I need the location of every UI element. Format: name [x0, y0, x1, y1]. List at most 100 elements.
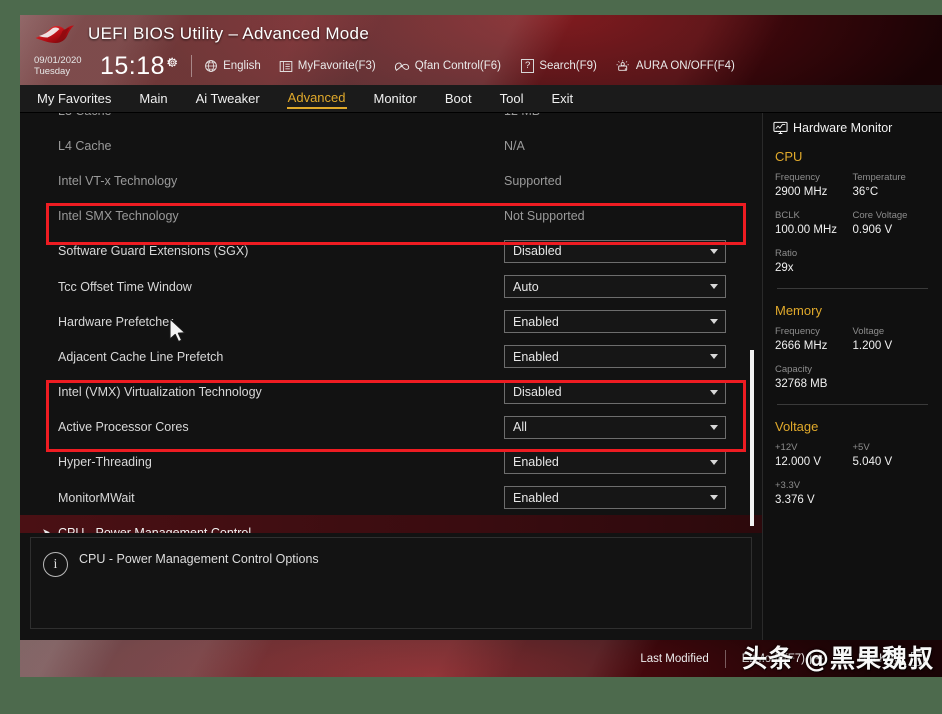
tab-exit[interactable]: Exit — [550, 89, 574, 108]
hm-entry-key: +3.3V — [775, 480, 801, 491]
rog-logo-icon — [35, 25, 74, 43]
tab-ai-tweaker[interactable]: Ai Tweaker — [195, 89, 261, 108]
setting-row[interactable]: Hardware Prefetcher Enabled — [20, 304, 762, 339]
chevron-down-icon — [710, 248, 718, 254]
tab-my-favorites[interactable]: My Favorites — [36, 89, 112, 108]
hm-entry-value: 100.00 MHz — [775, 224, 838, 236]
setting-row[interactable]: MonitorMWait Enabled — [20, 480, 762, 515]
setting-row[interactable]: Hyper-Threading Enabled — [20, 445, 762, 480]
hm-entry: Temperature 36°C — [853, 172, 931, 198]
setting-row[interactable]: Intel (VMX) Virtualization Technology Dis… — [20, 375, 762, 410]
setting-dropdown[interactable]: All — [504, 415, 726, 439]
setting-dropdown-value: Disabled — [513, 385, 562, 400]
setting-row[interactable]: Active Processor Cores All — [20, 410, 762, 445]
hm-grid: Frequency 2900 MHz Temperature 36°C BCLK 100.… — [775, 172, 930, 286]
hm-entry: Frequency 2900 MHz — [775, 172, 853, 198]
setting-row[interactable]: Software Guard Extensions (SGX) Disabled — [20, 234, 762, 269]
setting-row[interactable]: ➤ CPU - Power Management Control — [20, 515, 762, 533]
setting-label: Intel (VMX) Virtualization Technology — [58, 385, 262, 400]
hm-entry-key: +12V — [775, 442, 798, 453]
page-title: UEFI BIOS Utility – Advanced Mode — [88, 24, 370, 43]
hardware-monitor-title: Hardware Monitor — [763, 113, 942, 135]
hm-divider-wrap — [763, 404, 942, 405]
hm-entry: BCLK 100.00 MHz — [775, 210, 853, 236]
setting-dropdown[interactable]: Disabled — [504, 239, 726, 263]
setting-dropdown[interactable]: Auto — [504, 275, 726, 299]
tab-monitor[interactable]: Monitor — [373, 89, 418, 108]
info-icon: i — [43, 552, 68, 577]
settings-pane: L3 Cache12 MB L4 Cache N/A Intel VT-x Techn… — [20, 113, 762, 640]
setting-dropdown[interactable]: Enabled — [504, 450, 726, 474]
setting-label: Hardware Prefetcher — [58, 314, 174, 329]
tab-main[interactable]: Main — [138, 89, 168, 108]
hm-divider — [777, 404, 928, 405]
aura-button[interactable]: AURA ON/OFF(F4) — [615, 59, 735, 73]
chevron-down-icon — [710, 424, 718, 430]
setting-label: Software Guard Extensions (SGX) — [58, 244, 249, 259]
setting-row: Intel VT-x Technology Supported — [20, 163, 762, 198]
setting-readonly-value: N/A — [504, 138, 525, 153]
aura-icon — [616, 60, 629, 71]
hm-entry-key: BCLK — [775, 210, 800, 221]
search-button[interactable]: ? Search(F9) — [519, 59, 597, 73]
last-modified-button[interactable]: Last Modified — [640, 653, 708, 665]
setting-label: Intel SMX Technology — [58, 209, 179, 224]
monitor-icon — [773, 121, 788, 134]
date-text: 09/01/2020 — [34, 55, 82, 66]
hardware-monitor-pane: Hardware Monitor CPU Frequency 2900 MHz Tem… — [762, 113, 942, 640]
chevron-down-icon — [710, 284, 718, 290]
tab-boot[interactable]: Boot — [444, 89, 473, 108]
gear-icon[interactable] — [166, 56, 179, 69]
hm-entry-key: Ratio — [775, 248, 798, 259]
setting-label: Intel VT-x Technology — [58, 173, 178, 188]
screenshot-root: UEFI BIOS Utility – Advanced Mode 09/01/… — [0, 0, 942, 714]
weekday-text: Tuesday — [34, 66, 71, 77]
hm-entry: Voltage 1.200 V — [853, 326, 931, 352]
setting-label: Tcc Offset Time Window — [58, 279, 192, 294]
setting-dropdown-value: Auto — [513, 279, 539, 294]
hm-section-title: CPU — [775, 149, 803, 164]
qfan-control-button[interactable]: Qfan Control(F6) — [394, 59, 501, 73]
setting-row: Intel SMX Technology Not Supported — [20, 199, 762, 234]
hm-entry-value: 1.200 V — [852, 340, 893, 352]
setting-row: L4 Cache N/A — [20, 128, 762, 163]
hm-entry-value: 2900 MHz — [775, 186, 828, 198]
setting-dropdown-value: Enabled — [513, 490, 559, 505]
hm-divider — [777, 288, 928, 289]
chevron-down-icon — [710, 354, 718, 360]
setting-dropdown[interactable]: Disabled — [504, 380, 726, 404]
tab-tool[interactable]: Tool — [499, 89, 525, 108]
chevron-down-icon — [710, 459, 718, 465]
chevron-right-icon: ➤ — [42, 527, 51, 533]
hm-section-title: Voltage — [775, 419, 819, 434]
setting-row[interactable]: Tcc Offset Time Window Auto — [20, 269, 762, 304]
hm-entry: +12V 12.000 V — [775, 442, 853, 468]
setting-readonly-value: 12 MB — [504, 113, 540, 118]
aura-label: AURA ON/OFF(F4) — [635, 60, 735, 72]
myfavorite-label: MyFavorite(F3) — [297, 60, 376, 72]
hm-section-title: Memory — [775, 303, 822, 318]
question-icon: ? — [521, 59, 535, 73]
header-toolbar: 09/01/2020 Tuesday 15:18 English MyFavor… — [34, 51, 735, 81]
setting-dropdown[interactable]: Enabled — [504, 310, 726, 334]
setting-readonly-value: Supported — [504, 173, 562, 188]
setting-row[interactable]: Adjacent Cache Line Prefetch Enabled — [20, 339, 762, 374]
hm-entry-key: Temperature — [852, 172, 906, 183]
setting-dropdown[interactable]: Enabled — [504, 345, 726, 369]
hm-entry-key: Frequency — [775, 172, 820, 183]
watermark-text: 头条 @黑果魏叔 — [742, 644, 934, 673]
language-label: English — [223, 60, 261, 72]
hm-grid: Frequency 2666 MHz Voltage 1.200 V Capacity 3… — [775, 326, 930, 402]
language-button[interactable]: English — [204, 59, 261, 73]
hm-entry: +5V 5.040 V — [853, 442, 931, 468]
scrollbar-thumb[interactable] — [750, 350, 754, 526]
setting-label: Adjacent Cache Line Prefetch — [58, 349, 224, 364]
hm-grid: +12V 12.000 V +5V 5.040 V +3.3V 3.376 V — [775, 442, 930, 518]
setting-dropdown[interactable]: Enabled — [504, 486, 726, 510]
tab-advanced[interactable]: Advanced — [286, 88, 347, 109]
search-label: Search(F9) — [539, 60, 597, 72]
setting-label: L3 Cache — [58, 113, 504, 118]
hm-divider-wrap — [763, 288, 942, 289]
myfavorite-button[interactable]: MyFavorite(F3) — [279, 60, 376, 73]
setting-dropdown-value: Enabled — [513, 314, 559, 329]
